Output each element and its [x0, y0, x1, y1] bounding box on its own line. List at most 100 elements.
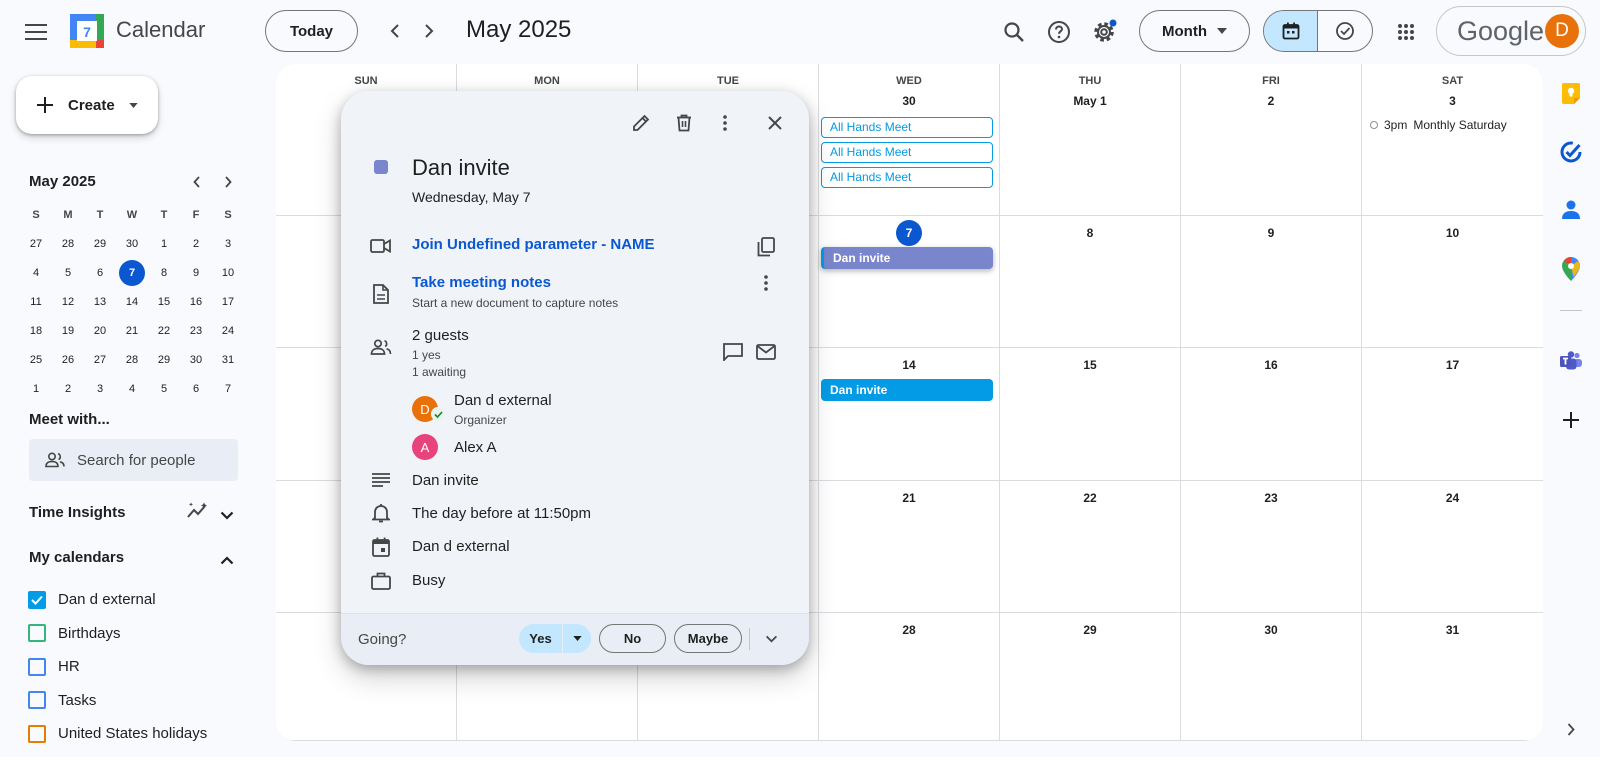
get-addons-button[interactable] — [1556, 405, 1586, 435]
day-cell[interactable]: 9 — [1181, 216, 1362, 348]
calendar-checkbox[interactable] — [28, 624, 46, 643]
date-number[interactable]: 10 — [1362, 226, 1543, 240]
day-cell[interactable]: FRI 2 — [1181, 64, 1362, 216]
mini-calendar-day[interactable]: 20 — [84, 318, 116, 344]
day-cell[interactable]: 15 — [1000, 348, 1181, 481]
mini-calendar-day[interactable]: 2 — [52, 376, 84, 402]
mini-calendar-day[interactable]: 2 — [180, 231, 212, 257]
date-number[interactable]: 24 — [1362, 491, 1543, 505]
mini-calendar-day[interactable]: 1 — [148, 231, 180, 257]
mini-calendar-day[interactable]: 22 — [148, 318, 180, 344]
main-menu-button[interactable] — [20, 16, 52, 48]
avatar[interactable]: D — [1545, 14, 1579, 48]
calendar-item-birthdays[interactable]: Birthdays — [28, 617, 207, 651]
mini-calendar-day[interactable]: 26 — [52, 347, 84, 373]
edit-event-button[interactable] — [625, 107, 657, 139]
take-meeting-notes-link[interactable]: Take meeting notes — [412, 274, 551, 291]
mini-calendar-day[interactable]: 15 — [148, 289, 180, 315]
calendar-item-hr[interactable]: HR — [28, 650, 207, 684]
day-cell[interactable]: 7 Dan invite — [819, 216, 1000, 348]
calendar-checkbox[interactable] — [28, 724, 46, 743]
mini-calendar-day[interactable]: 13 — [84, 289, 116, 315]
date-number[interactable]: 9 — [1181, 226, 1361, 240]
more-options-button[interactable] — [709, 107, 741, 139]
date-number[interactable]: 23 — [1181, 491, 1361, 505]
day-cell[interactable]: 21 — [819, 481, 1000, 613]
mini-calendar-day[interactable]: 19 — [52, 318, 84, 344]
search-people-input[interactable]: Search for people — [29, 439, 238, 481]
mini-calendar-day[interactable]: 9 — [180, 260, 212, 286]
date-number[interactable]: 17 — [1362, 358, 1543, 372]
day-cell[interactable]: 31 — [1362, 613, 1543, 741]
notes-more-options-button[interactable] — [750, 267, 782, 299]
day-cell[interactable]: 8 — [1000, 216, 1181, 348]
calendar-item-tasks[interactable]: Tasks — [28, 684, 207, 718]
mini-calendar-day[interactable]: 21 — [116, 318, 148, 344]
mini-calendar-day[interactable]: 18 — [20, 318, 52, 344]
mini-calendar-day[interactable]: 29 — [148, 347, 180, 373]
event-chip-dan-invite-selected[interactable]: Dan invite — [821, 247, 993, 269]
delete-event-button[interactable] — [668, 107, 700, 139]
day-cell[interactable]: 16 — [1181, 348, 1362, 481]
date-number[interactable]: 15 — [1000, 358, 1180, 372]
mini-calendar-day[interactable]: 30 — [180, 347, 212, 373]
date-number[interactable]: May 1 — [1000, 94, 1180, 108]
rsvp-options-dropdown[interactable] — [563, 624, 591, 653]
day-cell[interactable]: 23 — [1181, 481, 1362, 613]
day-cell[interactable]: 30 — [1181, 613, 1362, 741]
settings-button[interactable] — [1086, 14, 1122, 50]
mini-calendar-day[interactable]: 5 — [148, 376, 180, 402]
date-number[interactable]: 22 — [1000, 491, 1180, 505]
message-guests-button[interactable] — [717, 336, 749, 368]
email-guests-button[interactable] — [750, 336, 782, 368]
mini-calendar-day[interactable]: 12 — [52, 289, 84, 315]
tasks-button[interactable] — [1556, 137, 1586, 167]
event-chip-all-hands[interactable]: All Hands Meet — [821, 117, 993, 138]
event-chip-monthly-saturday[interactable]: 3pm Monthly Saturday — [1370, 118, 1507, 132]
calendar-checkbox[interactable] — [28, 590, 46, 609]
join-meeting-link[interactable]: Join Undefined parameter - NAME — [412, 236, 655, 253]
mini-calendar-day[interactable]: 28 — [116, 347, 148, 373]
contacts-button[interactable] — [1556, 195, 1586, 225]
rsvp-no-button[interactable]: No — [599, 624, 666, 653]
day-cell[interactable]: 10 — [1362, 216, 1543, 348]
mini-calendar-day[interactable]: 17 — [212, 289, 244, 315]
guest-avatar[interactable]: A — [412, 434, 438, 460]
day-cell[interactable]: 24 — [1362, 481, 1543, 613]
create-button[interactable]: Create — [16, 76, 158, 134]
mini-calendar-day[interactable]: 6 — [180, 376, 212, 402]
mini-calendar-day[interactable]: 16 — [180, 289, 212, 315]
next-period-button[interactable] — [414, 16, 444, 46]
time-insights-button[interactable] — [187, 502, 209, 525]
day-cell[interactable]: 22 — [1000, 481, 1181, 613]
date-number[interactable]: 31 — [1362, 623, 1543, 637]
calendar-checkbox[interactable] — [28, 691, 46, 710]
mini-calendar-day[interactable]: 3 — [212, 231, 244, 257]
today-date-number[interactable]: 7 — [896, 220, 922, 246]
mini-calendar-day[interactable]: 1 — [20, 376, 52, 402]
mini-calendar-day[interactable]: 29 — [84, 231, 116, 257]
date-number[interactable]: 3 — [1362, 94, 1543, 108]
keep-button[interactable] — [1556, 79, 1586, 109]
mini-calendar-day[interactable]: 7 — [116, 259, 148, 286]
date-number[interactable]: 21 — [819, 491, 999, 505]
tasks-view-toggle[interactable] — [1318, 11, 1372, 51]
account-switcher[interactable]: Google D — [1436, 6, 1586, 56]
teams-addon-button[interactable] — [1556, 346, 1586, 376]
view-switcher-button[interactable]: Month — [1139, 10, 1250, 52]
search-button[interactable] — [996, 14, 1032, 50]
side-panel-toggle-button[interactable] — [1556, 714, 1586, 744]
help-button[interactable] — [1041, 14, 1077, 50]
date-number[interactable]: 8 — [1000, 226, 1180, 240]
mini-calendar-day[interactable]: 23 — [180, 318, 212, 344]
previous-period-button[interactable] — [380, 16, 410, 46]
mini-calendar-day[interactable]: 6 — [84, 260, 116, 286]
day-cell[interactable]: WED 30 All Hands Meet All Hands Meet All Han… — [819, 64, 1000, 216]
mini-calendar-day[interactable]: 25 — [20, 347, 52, 373]
mini-calendar-day[interactable]: 10 — [212, 260, 244, 286]
mini-calendar-day[interactable]: 24 — [212, 318, 244, 344]
calendar-item-us-holidays[interactable]: United States holidays — [28, 717, 207, 751]
date-number[interactable]: 16 — [1181, 358, 1361, 372]
date-number[interactable]: 2 — [1181, 94, 1361, 108]
expand-rsvp-button[interactable] — [765, 630, 778, 648]
